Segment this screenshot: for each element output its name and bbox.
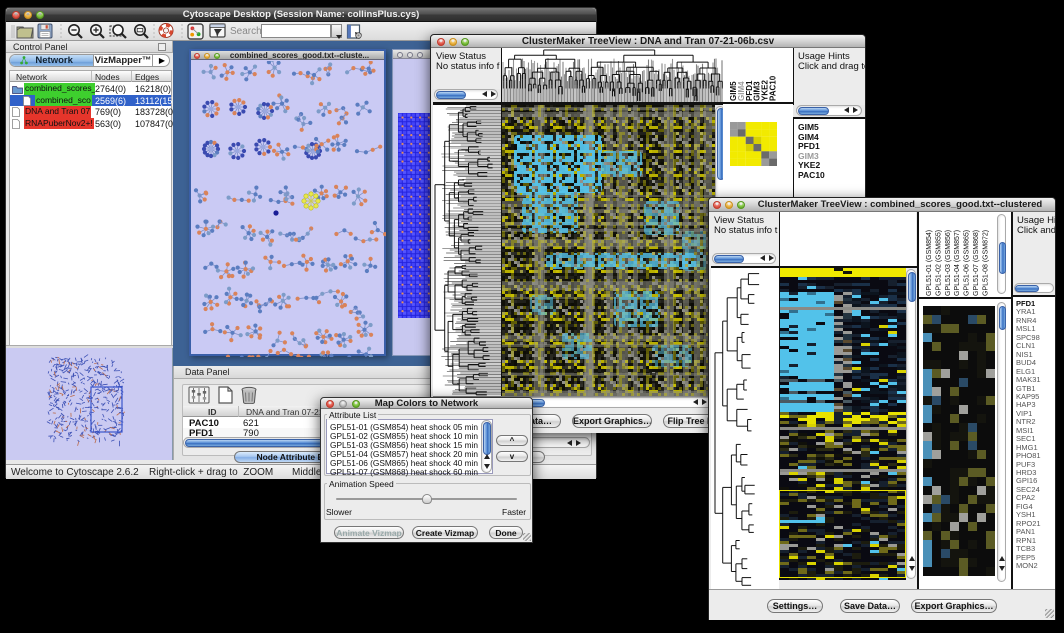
svg-text:GPL51-07 (GSM868): GPL51-07 (GSM868) xyxy=(973,230,980,296)
svg-text:GPL51-01 (GSM854): GPL51-01 (GSM854) xyxy=(926,230,933,296)
svg-text:GPL51-03 (GSM856): GPL51-03 (GSM856) xyxy=(945,230,952,296)
svg-text:PAC10: PAC10 xyxy=(769,75,778,101)
svg-text:GPL51-06 (GSM865): GPL51-06 (GSM865) xyxy=(964,230,971,296)
svg-text:GPL51-08 (GSM872): GPL51-08 (GSM872) xyxy=(982,230,989,296)
svg-text:GPL51-04 (GSM857): GPL51-04 (GSM857) xyxy=(954,230,961,296)
svg-text:GPL51-02 (GSM855): GPL51-02 (GSM855) xyxy=(935,230,942,296)
